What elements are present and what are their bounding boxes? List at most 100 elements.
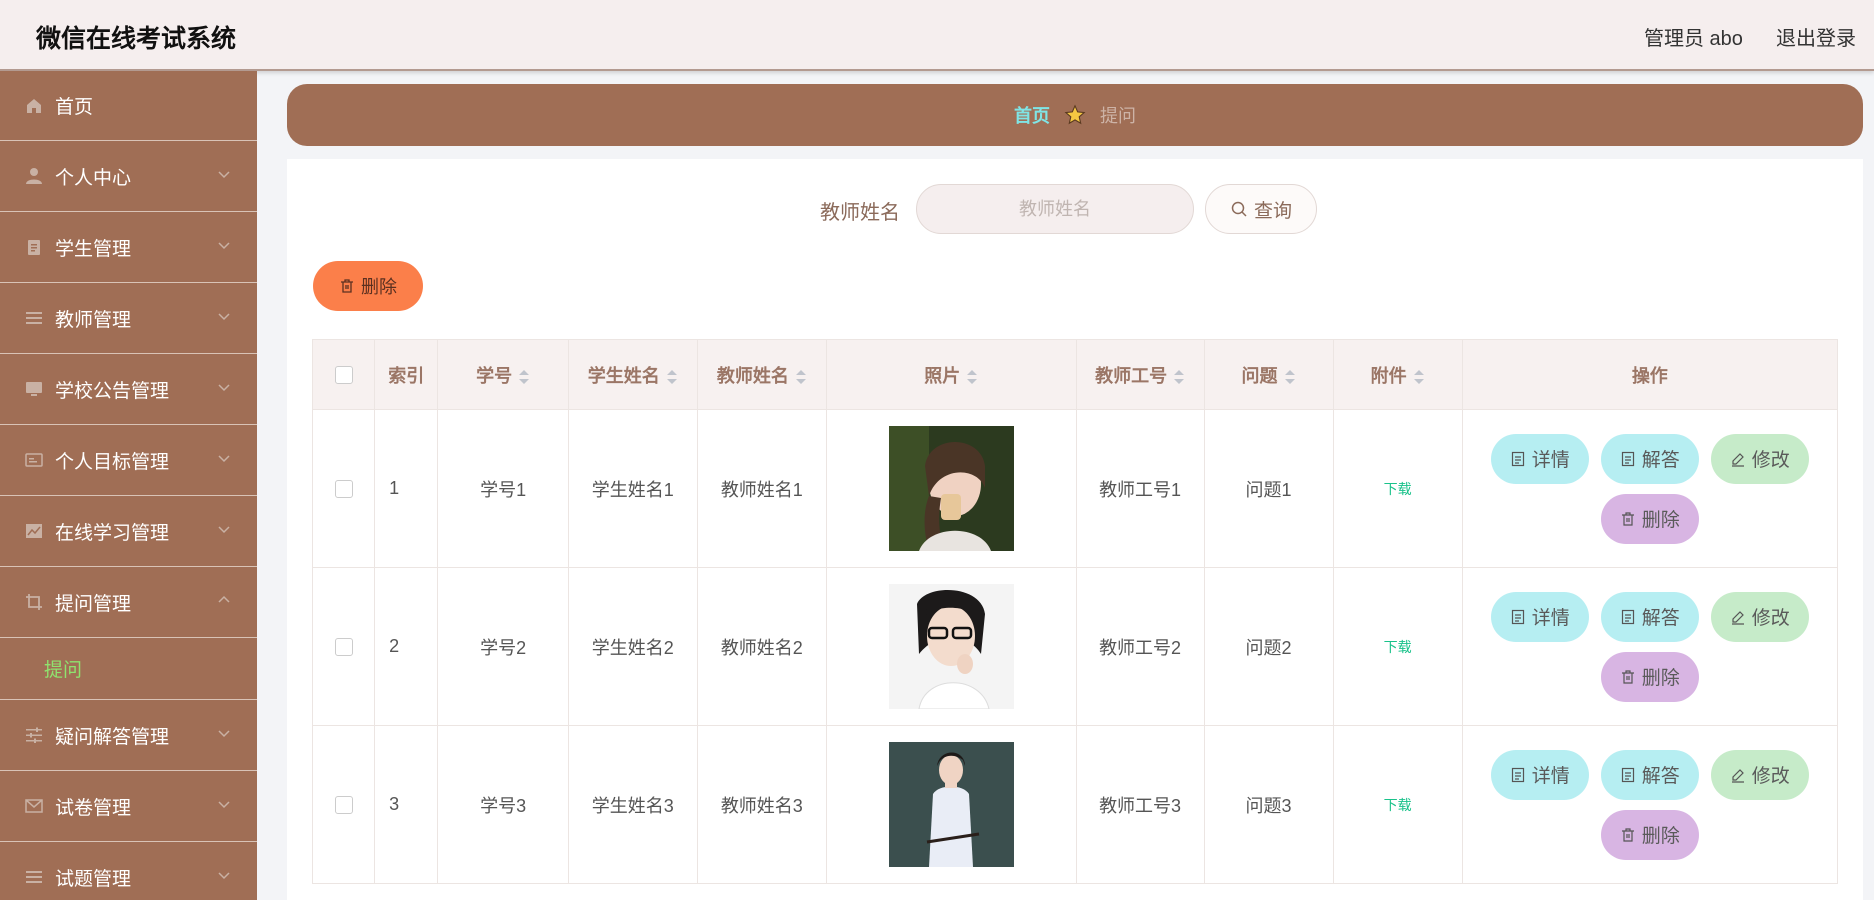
cell-attachment: 下载 [1332, 725, 1463, 884]
answer-button[interactable]: 解答 [1600, 749, 1699, 800]
teacher-photo[interactable] [888, 742, 1014, 867]
cell-student-no: 学号1 [437, 409, 569, 568]
row-select-cell [311, 725, 376, 884]
sidebar-item-label: 个人中心 [55, 167, 132, 189]
row-actions: 详情 解答 修改 删除 [1463, 433, 1837, 544]
sort-icon [1284, 369, 1295, 384]
sidebar-item-personal-center[interactable]: 个人中心 [0, 141, 257, 212]
detail-label: 详情 [1531, 608, 1570, 629]
column-header-student-name[interactable]: 学生姓名 [567, 339, 698, 410]
chart-icon [24, 521, 44, 541]
answer-label: 解答 [1641, 766, 1680, 787]
edit-button[interactable]: 修改 [1710, 749, 1809, 800]
sidebar-item-answers[interactable]: 疑问解答管理 [0, 700, 257, 771]
cell-index: 2 [374, 567, 439, 726]
sidebar-item-label: 教师管理 [55, 309, 132, 331]
question-table: 索引 学号 学生姓名 教师姓名 照片 教师工号 问题 附件 操作 1 学号1 学… [311, 339, 1839, 884]
detail-button[interactable]: 详情 [1490, 749, 1589, 800]
edit-button[interactable]: 修改 [1710, 433, 1809, 484]
cell-teacher-name: 教师姓名2 [696, 567, 827, 726]
teacher-photo[interactable] [888, 584, 1014, 709]
sidebar-item-announcements[interactable]: 学校公告管理 [0, 354, 257, 425]
select-all-checkbox[interactable] [334, 366, 353, 385]
sidebar-item-students[interactable]: 学生管理 [0, 212, 257, 283]
cell-attachment: 下载 [1332, 409, 1463, 568]
batch-delete-button[interactable]: 删除 [313, 261, 423, 311]
column-header-photo[interactable]: 照片 [825, 339, 1077, 410]
column-header-attachment[interactable]: 附件 [1332, 339, 1463, 410]
sort-icon [519, 369, 530, 384]
sidebar-item-label: 试卷管理 [55, 797, 132, 819]
download-link[interactable]: 下载 [1384, 639, 1412, 655]
sidebar-item-teachers[interactable]: 教师管理 [0, 283, 257, 354]
breadcrumb-home[interactable]: 首页 [1014, 102, 1050, 128]
query-button[interactable]: 查询 [1205, 184, 1317, 234]
search-icon [1231, 201, 1247, 217]
answer-label: 解答 [1641, 608, 1680, 629]
sidebar-item-label: 疑问解答管理 [55, 726, 170, 748]
monitor-icon [24, 379, 44, 399]
column-header-student-no[interactable]: 学号 [437, 339, 569, 410]
answer-button[interactable]: 解答 [1600, 591, 1699, 642]
sidebar-item-questions[interactable]: 提问管理 [0, 567, 257, 638]
teacher-name-search-input[interactable] [916, 184, 1194, 234]
detail-button[interactable]: 详情 [1490, 591, 1589, 642]
sidebar-subitem-question[interactable]: 提问 [0, 638, 257, 700]
row-checkbox[interactable] [334, 796, 353, 815]
cell-student-name: 学生姓名1 [567, 409, 698, 568]
document-icon [1621, 767, 1634, 782]
search-label: 教师姓名 [820, 202, 900, 224]
sidebar-item-label: 在线学习管理 [55, 522, 170, 544]
sidebar-item-home[interactable]: 首页 [0, 71, 257, 141]
chevron-down-icon [218, 171, 230, 179]
download-link[interactable]: 下载 [1384, 797, 1412, 813]
teacher-photo[interactable] [888, 426, 1014, 551]
download-link[interactable]: 下载 [1384, 481, 1412, 497]
table-header-row: 索引 学号 学生姓名 教师姓名 照片 教师工号 问题 附件 操作 [311, 339, 1839, 410]
cell-photo [825, 567, 1077, 726]
sidebar-item-online-learning[interactable]: 在线学习管理 [0, 496, 257, 567]
delete-button[interactable]: 删除 [1600, 651, 1699, 702]
clipboard-icon [24, 237, 44, 257]
chevron-up-icon [218, 595, 230, 603]
column-header-teacher-name[interactable]: 教师姓名 [696, 339, 827, 410]
answer-button[interactable]: 解答 [1600, 433, 1699, 484]
cell-actions: 详情 解答 修改 删除 [1461, 409, 1839, 568]
chevron-down-icon [218, 242, 230, 250]
row-checkbox[interactable] [334, 638, 353, 657]
home-icon [24, 96, 44, 116]
chevron-down-icon [218, 801, 230, 809]
trash-icon [341, 279, 353, 293]
logout-link[interactable]: 退出登录 [1776, 22, 1856, 51]
detail-button[interactable]: 详情 [1490, 433, 1589, 484]
document-icon [1511, 767, 1524, 782]
delete-label: 删除 [1641, 510, 1680, 531]
cell-question: 问题3 [1203, 725, 1334, 884]
cell-student-name: 学生姓名2 [567, 567, 698, 726]
chevron-down-icon [218, 872, 230, 880]
row-select-cell [311, 409, 376, 568]
batch-delete-label: 删除 [361, 277, 397, 297]
column-header-label: 照片 [924, 365, 961, 386]
sidebar-item-exam-questions[interactable]: 试题管理 [0, 842, 257, 900]
row-actions: 详情 解答 修改 删除 [1463, 749, 1837, 860]
column-header-teacher-no[interactable]: 教师工号 [1075, 339, 1205, 410]
sort-icon [967, 369, 978, 384]
delete-label: 删除 [1641, 826, 1680, 847]
person-icon [24, 166, 44, 186]
row-checkbox[interactable] [334, 480, 353, 499]
delete-button[interactable]: 删除 [1600, 493, 1699, 544]
cell-teacher-no: 教师工号3 [1075, 725, 1205, 884]
column-header-label: 问题 [1241, 365, 1278, 386]
edit-label: 修改 [1751, 766, 1790, 787]
sidebar-item-exam-papers[interactable]: 试卷管理 [0, 771, 257, 842]
sidebar-item-personal-goals[interactable]: 个人目标管理 [0, 425, 257, 496]
edit-button[interactable]: 修改 [1710, 591, 1809, 642]
sort-icon [1413, 369, 1424, 384]
column-header-question[interactable]: 问题 [1203, 339, 1334, 410]
cell-question: 问题1 [1203, 409, 1334, 568]
cell-index: 1 [374, 409, 439, 568]
delete-label: 删除 [1641, 668, 1680, 689]
sidebar-item-label: 试题管理 [55, 868, 132, 890]
delete-button[interactable]: 删除 [1600, 809, 1699, 860]
